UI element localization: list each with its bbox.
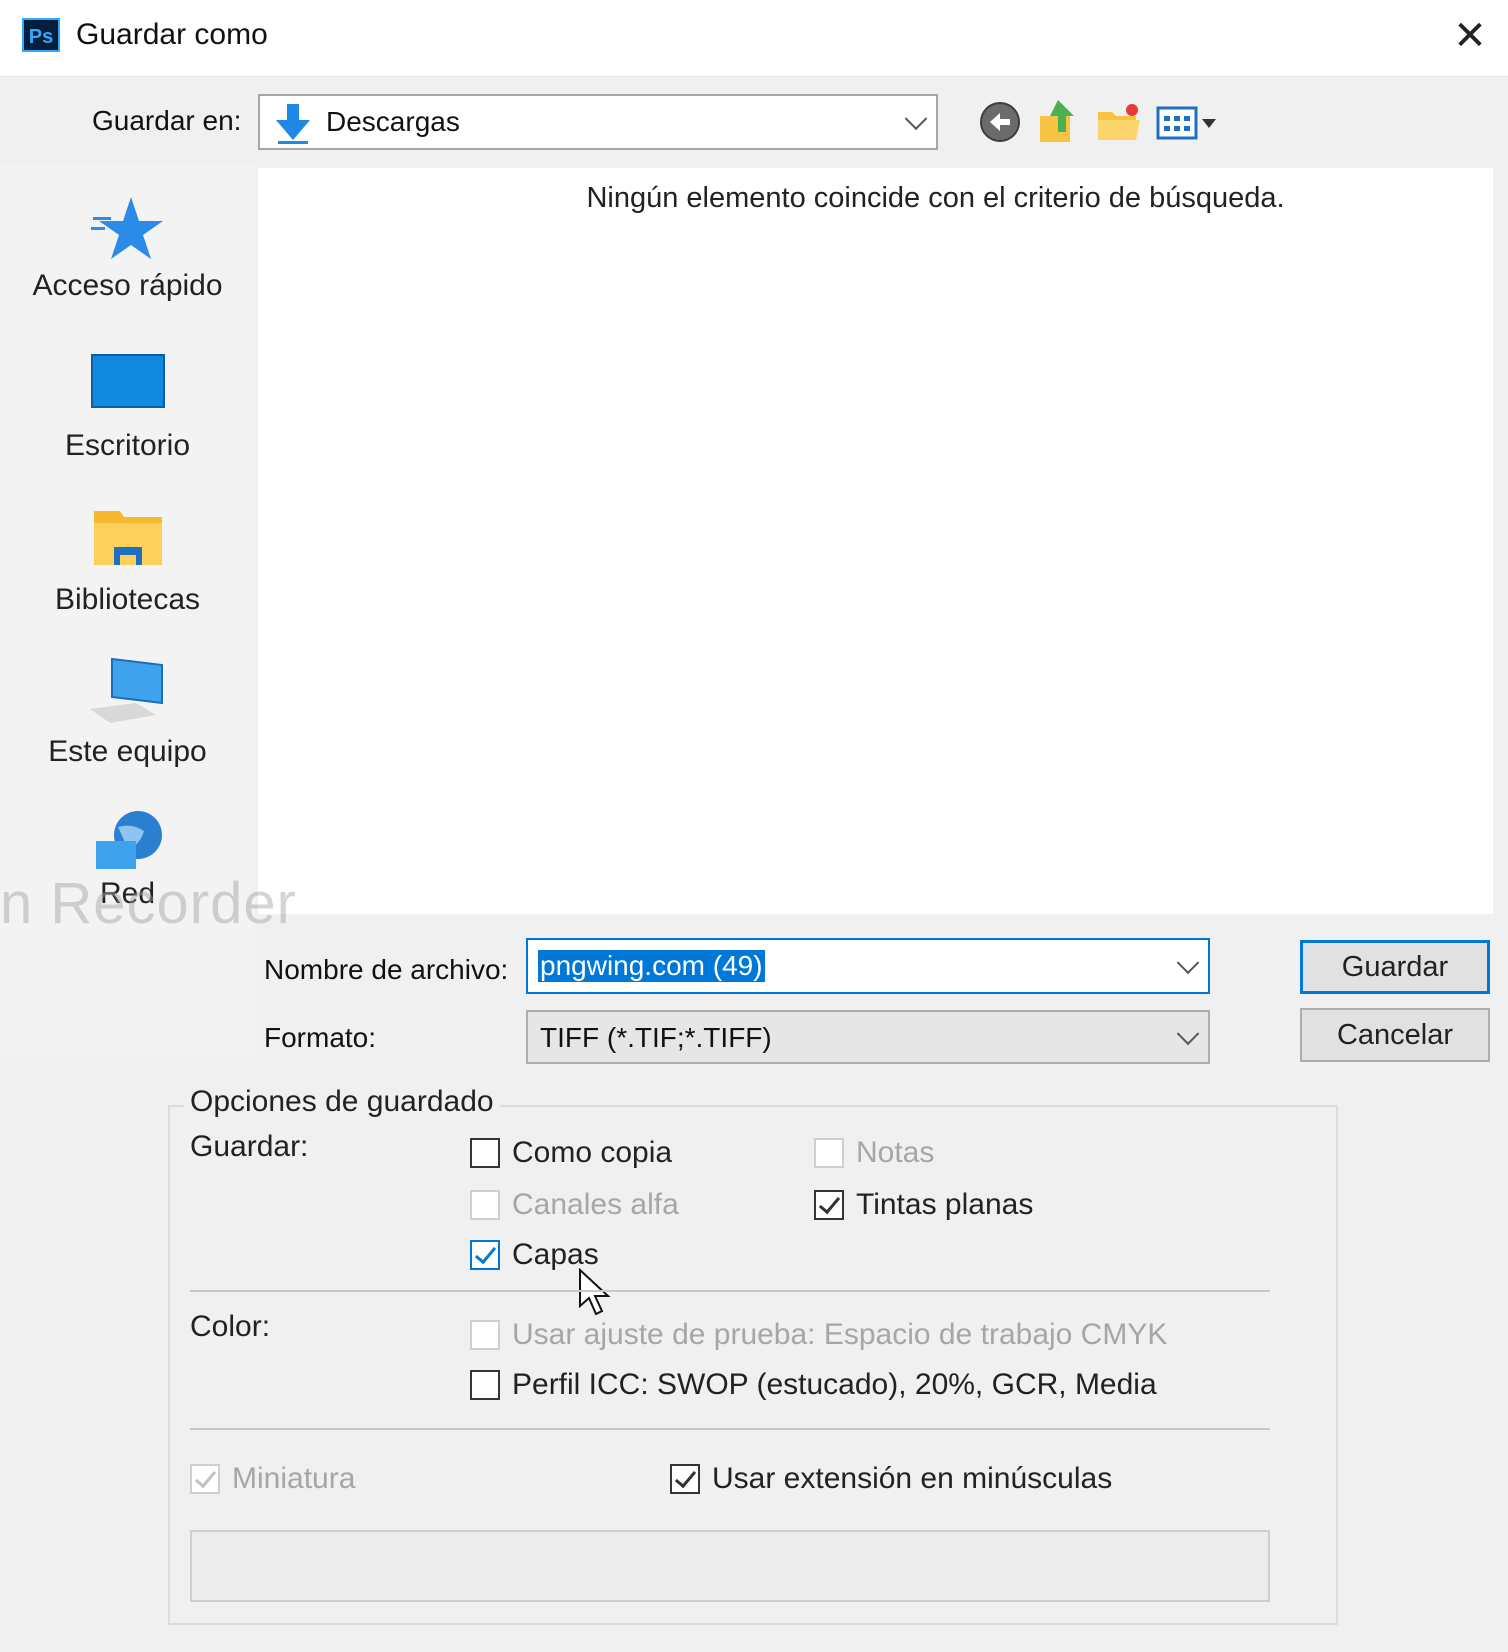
recorder-watermark: n Recorder <box>0 871 297 936</box>
chevron-down-icon <box>1176 951 1200 975</box>
photoshop-app-icon: Ps <box>22 18 60 52</box>
format-label: Formato: <box>264 1022 377 1053</box>
sidebar-item-label: Bibliotecas <box>54 583 201 616</box>
file-name-label: Nombre de archivo: <box>264 954 509 985</box>
layers-checkbox[interactable] <box>470 1240 500 1270</box>
empty-results-message: Ningún elemento coincide con el criterio… <box>586 182 1285 214</box>
spot-colors-checkbox[interactable] <box>814 1190 844 1220</box>
sidebar-item-label: Este equipo <box>48 735 207 768</box>
lowercase-extension-label: Usar extensión en minúsculas <box>712 1462 1113 1495</box>
save-button[interactable]: Guardar <box>1300 940 1490 994</box>
new-folder-icon[interactable] <box>1096 100 1140 144</box>
color-section-label: Color: <box>190 1310 271 1343</box>
divider <box>190 1428 1270 1430</box>
spot-colors-label: Tintas planas <box>856 1188 1034 1221</box>
up-folder-icon[interactable] <box>1036 98 1080 142</box>
layers-label: Capas <box>512 1238 599 1271</box>
back-arrow-icon[interactable] <box>978 100 1022 144</box>
notes-label: Notas <box>856 1136 935 1169</box>
save-in-dropdown[interactable]: Descargas <box>258 94 938 150</box>
save-in-label: Guardar en: <box>92 105 242 136</box>
download-arrow-icon <box>274 102 312 149</box>
sidebar-item-this-pc[interactable]: Este equipo <box>0 655 255 769</box>
sidebar-item-desktop[interactable]: Escritorio <box>0 353 255 463</box>
sidebar-item-libraries[interactable]: Bibliotecas <box>0 505 255 617</box>
save-options-title: Opciones de guardado <box>184 1085 500 1119</box>
as-copy-label: Como copia <box>512 1136 673 1169</box>
format-dropdown[interactable]: TIFF (*.TIF;*.TIFF) <box>526 1010 1210 1064</box>
view-menu-icon[interactable] <box>1156 104 1224 144</box>
libraries-icon <box>0 505 255 577</box>
icc-profile-label: Perfil ICC: SWOP (estucado), 20%, GCR, M… <box>512 1368 1157 1401</box>
thumbnail-label: Miniatura <box>232 1462 356 1495</box>
mouse-cursor-icon <box>578 1267 612 1325</box>
file-name-input[interactable]: pngwing.com (49) <box>526 938 1210 994</box>
save-in-value: Descargas <box>326 106 460 137</box>
proof-setup-label: Usar ajuste de prueba: Espacio de trabaj… <box>512 1318 1168 1351</box>
desktop-icon <box>0 353 255 421</box>
close-button[interactable]: ✕ <box>1446 12 1494 60</box>
alpha-channels-checkbox <box>470 1190 500 1220</box>
chevron-down-icon <box>1176 1022 1200 1046</box>
file-list[interactable]: Ningún elemento coincide con el criterio… <box>258 168 1493 914</box>
chevron-down-icon <box>904 107 928 131</box>
divider <box>190 1290 1270 1292</box>
file-name-value: pngwing.com (49) <box>538 950 765 982</box>
sidebar-item-quick-access[interactable]: Acceso rápido <box>0 195 255 303</box>
save-section-label: Guardar: <box>190 1130 309 1163</box>
alpha-channels-label: Canales alfa <box>512 1188 679 1221</box>
as-copy-checkbox[interactable] <box>470 1138 500 1168</box>
format-value: TIFF (*.TIF;*.TIFF) <box>540 1022 772 1053</box>
proof-setup-checkbox <box>470 1320 500 1350</box>
cancel-button[interactable]: Cancelar <box>1300 1008 1490 1062</box>
notes-checkbox <box>814 1138 844 1168</box>
sidebar-item-label: Acceso rápido <box>32 269 223 302</box>
lowercase-extension-checkbox[interactable] <box>670 1464 700 1494</box>
icc-profile-checkbox[interactable] <box>470 1370 500 1400</box>
thumbnail-checkbox <box>190 1464 220 1494</box>
window-title: Guardar como <box>76 18 268 51</box>
sidebar-item-label: Escritorio <box>64 429 191 462</box>
computer-icon <box>0 655 255 733</box>
star-icon <box>0 195 255 269</box>
warning-message-box <box>190 1530 1270 1602</box>
